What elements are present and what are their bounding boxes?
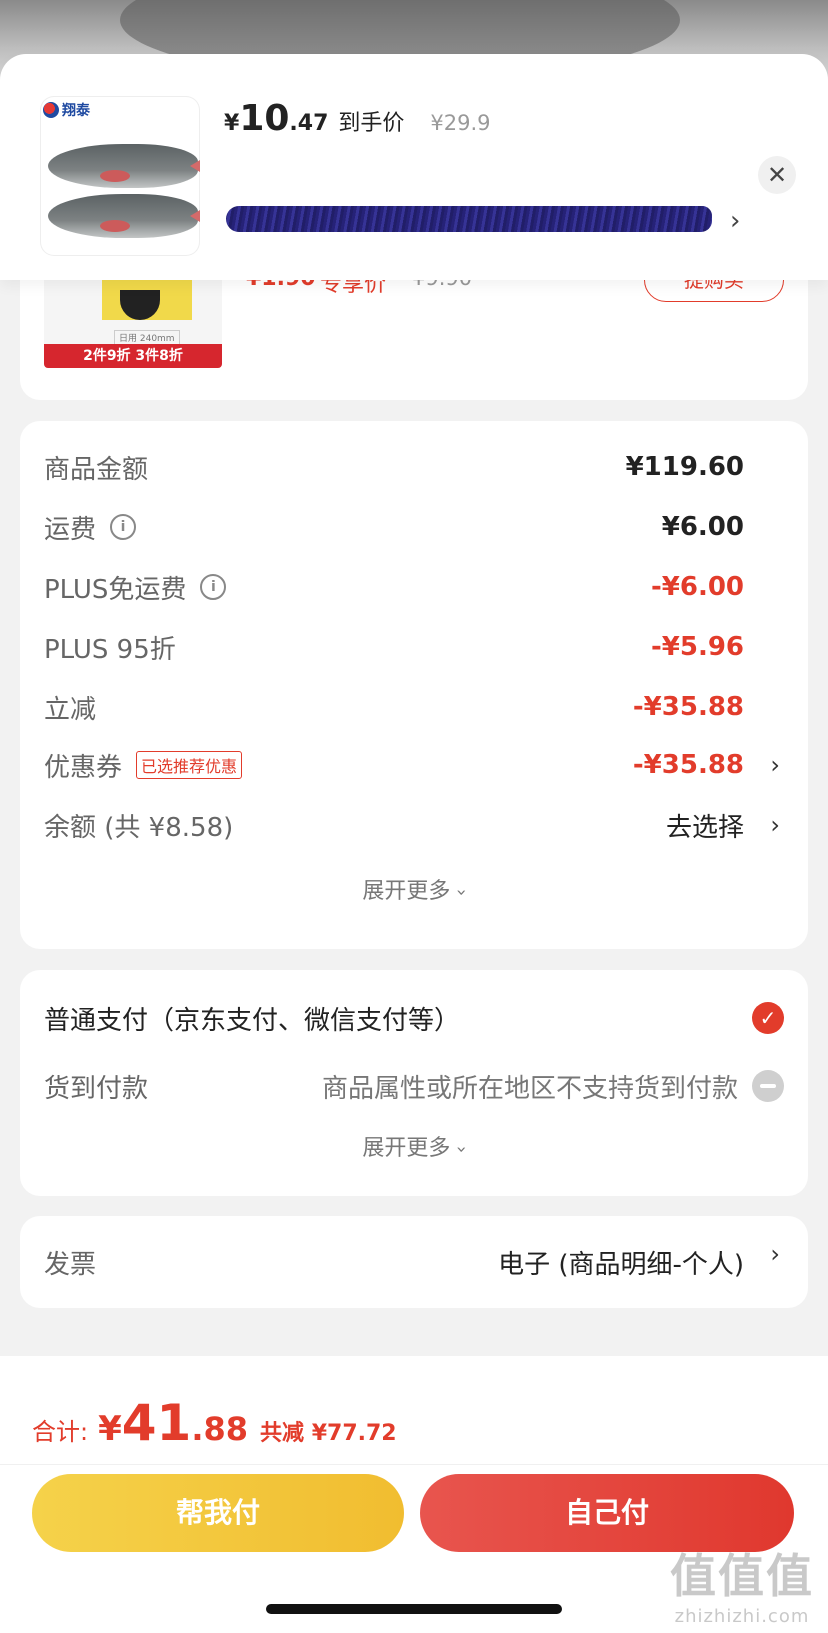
- expand-more-summary[interactable]: 展开更多›: [20, 873, 808, 905]
- original-price: ¥29.9: [430, 111, 491, 135]
- cod-option: 货到付款: [44, 1074, 149, 1104]
- product-title-redacted[interactable]: [226, 204, 716, 234]
- divider: [0, 1464, 828, 1465]
- payment-method-card: 普通支付（京东支付、微信支付等） ✓ 货到付款 商品属性或所在地区不支持货到付款…: [20, 970, 808, 1196]
- balance-select: 去选择: [665, 812, 744, 843]
- coupon-value: -¥35.88: [632, 750, 744, 780]
- shipping-row: 运费 i ¥6.00: [44, 507, 784, 547]
- product-price: ¥ 10 .47 到手价 ¥29.9: [224, 98, 491, 139]
- price-summary-card: 商品金额 ¥119.60 运费 i ¥6.00 PLUS免运费 i -¥6.00 P…: [20, 421, 808, 949]
- brand-logo: 翔泰: [43, 100, 90, 120]
- recommended-coupon-tag: 已选推荐优惠: [136, 751, 243, 779]
- plus-discount-row: PLUS 95折 -¥5.96: [44, 627, 784, 667]
- chevron-right-icon[interactable]: ›: [770, 1240, 780, 1268]
- total-saved: 共减 ¥77.72: [260, 1421, 397, 1446]
- plus-free-shipping-value: -¥6.00: [650, 572, 744, 602]
- instant-off-value: -¥35.88: [632, 692, 744, 722]
- plus-discount-value: -¥5.96: [650, 632, 744, 662]
- shipping-label: 运费: [44, 514, 97, 545]
- chevron-right-icon[interactable]: ›: [730, 206, 740, 236]
- plus-free-shipping-label: PLUS免运费: [44, 574, 187, 605]
- expand-more-payment[interactable]: 展开更多›: [20, 1130, 808, 1162]
- product-thumbnail[interactable]: 翔泰: [40, 96, 200, 256]
- checkout-bar: 合计: ¥ 41 .88 共减 ¥77.72 帮我付 自己付 值值值 zhizh…: [0, 1356, 828, 1633]
- total-label: 合计:: [32, 1418, 89, 1446]
- instant-off-label: 立减: [44, 694, 97, 725]
- invoice-card[interactable]: 发票 电子 (商品明细-个人) ›: [20, 1216, 808, 1308]
- disabled-icon: [752, 1070, 784, 1102]
- home-indicator[interactable]: [266, 1604, 562, 1614]
- info-icon[interactable]: i: [200, 574, 227, 600]
- coupon-label: 优惠券: [44, 752, 123, 783]
- close-icon[interactable]: ✕: [758, 156, 796, 194]
- invoice-label: 发票: [44, 1250, 97, 1280]
- balance-row[interactable]: 余额 (共 ¥8.58) 去选择 ›: [44, 805, 784, 845]
- prev-product-discount-badge: 2件9折 3件8折: [44, 344, 222, 368]
- goods-amount-label: 商品金额: [44, 454, 149, 485]
- help-me-pay-button[interactable]: 帮我付: [32, 1474, 404, 1552]
- normal-payment-option[interactable]: 普通支付（京东支付、微信支付等）: [44, 1000, 460, 1037]
- plus-discount-label: PLUS 95折: [44, 634, 176, 665]
- coupon-row[interactable]: 优惠券 已选推荐优惠 -¥35.88 ›: [44, 745, 784, 785]
- prev-product-size: 日用 240mm: [114, 330, 180, 345]
- goods-amount-value: ¥119.60: [625, 452, 744, 482]
- final-price-label: 到手价: [338, 111, 405, 136]
- balance-label: 余额 (共 ¥8.58): [44, 812, 234, 843]
- watermark: 值值值 zhizhizhi.com: [670, 1549, 814, 1627]
- floating-product-card: 翔泰 ¥ 10 .47 到手价 ¥29.9 › ✕: [0, 54, 828, 280]
- cod-unavailable-note: 商品属性或所在地区不支持货到付款: [321, 1074, 738, 1104]
- goods-amount-row: 商品金额 ¥119.60: [44, 447, 784, 487]
- invoice-value: 电子 (商品明细-个人): [498, 1250, 744, 1280]
- shipping-value: ¥6.00: [661, 512, 744, 542]
- instant-off-row: 立减 -¥35.88: [44, 687, 784, 727]
- chevron-right-icon[interactable]: ›: [770, 751, 780, 779]
- plus-free-shipping-row: PLUS免运费 i -¥6.00: [44, 567, 784, 607]
- order-total: 合计: ¥ 41 .88 共减 ¥77.72: [32, 1394, 397, 1452]
- chevron-down-icon: ›: [451, 888, 473, 897]
- info-icon[interactable]: i: [110, 514, 137, 540]
- check-icon[interactable]: ✓: [752, 1002, 784, 1034]
- chevron-right-icon[interactable]: ›: [770, 811, 780, 839]
- chevron-down-icon: ›: [451, 1145, 473, 1154]
- brand-name: 翔泰: [62, 103, 90, 119]
